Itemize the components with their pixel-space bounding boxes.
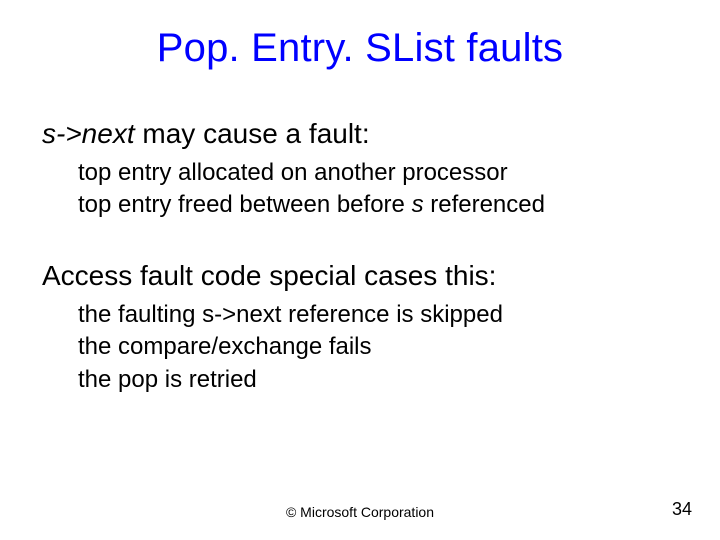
sub-line: the compare/exchange fails: [78, 331, 682, 363]
lead-line: s->next may cause a fault:: [42, 116, 682, 151]
sub-line: top entry freed between before s referen…: [78, 189, 682, 221]
page-number: 34: [672, 499, 692, 520]
slide-body: s->next may cause a fault: top entry all…: [42, 116, 682, 396]
slide: Pop. Entry. SList faults s->next may cau…: [0, 0, 720, 540]
slide-title: Pop. Entry. SList faults: [0, 26, 720, 71]
bullet-group-1: s->next may cause a fault: top entry all…: [42, 116, 682, 222]
lead-line: Access fault code special cases this:: [42, 258, 682, 293]
bullet-group-2: Access fault code special cases this: th…: [42, 258, 682, 396]
sub-line: the faulting s->next reference is skippe…: [78, 299, 682, 331]
footer-copyright: © Microsoft Corporation: [0, 504, 720, 520]
sub-line: top entry allocated on another processor: [78, 157, 682, 189]
sub-line: the pop is retried: [78, 364, 682, 396]
